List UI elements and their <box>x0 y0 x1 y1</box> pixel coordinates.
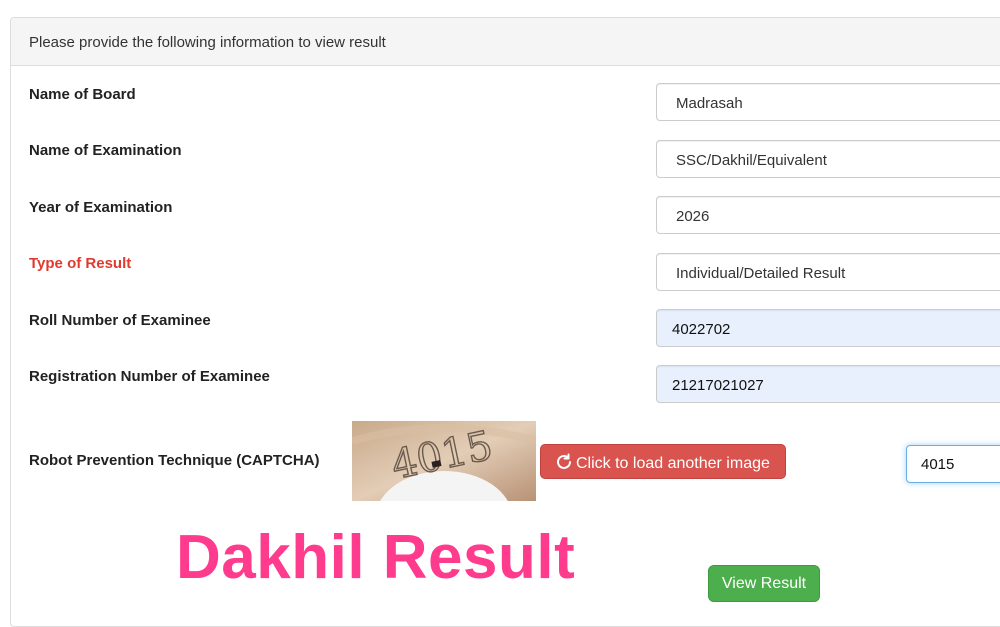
registration-number-label: Registration Number of Examinee <box>29 368 270 385</box>
result-type-label: Type of Result <box>29 255 132 272</box>
view-result-button[interactable]: View Result <box>708 565 820 602</box>
registration-number-input[interactable]: 21217021027 <box>656 365 1000 403</box>
roll-number-input[interactable]: 4022702 <box>656 309 1000 347</box>
year-label: Year of Examination <box>29 199 173 216</box>
examination-label: Name of Examination <box>29 142 182 159</box>
examination-select[interactable]: SSC/Dakhil/Equivalent <box>656 140 1000 178</box>
board-label: Name of Board <box>29 86 136 103</box>
year-select[interactable]: 2026 <box>656 196 1000 234</box>
captcha-input[interactable] <box>906 445 1000 483</box>
panel-heading: Please provide the following information… <box>11 18 1000 66</box>
reload-captcha-button[interactable]: Click to load another image <box>540 444 786 479</box>
refresh-icon <box>555 453 573 471</box>
board-select[interactable]: Madrasah <box>656 83 1000 121</box>
dakhil-result-watermark: Dakhil Result <box>176 523 576 592</box>
roll-number-label: Roll Number of Examinee <box>29 312 211 329</box>
reload-captcha-label: Click to load another image <box>576 455 770 472</box>
captcha-image: 4015 <box>352 421 536 501</box>
result-type-select[interactable]: Individual/Detailed Result <box>656 253 1000 291</box>
captcha-label: Robot Prevention Technique (CAPTCHA) <box>29 452 320 469</box>
